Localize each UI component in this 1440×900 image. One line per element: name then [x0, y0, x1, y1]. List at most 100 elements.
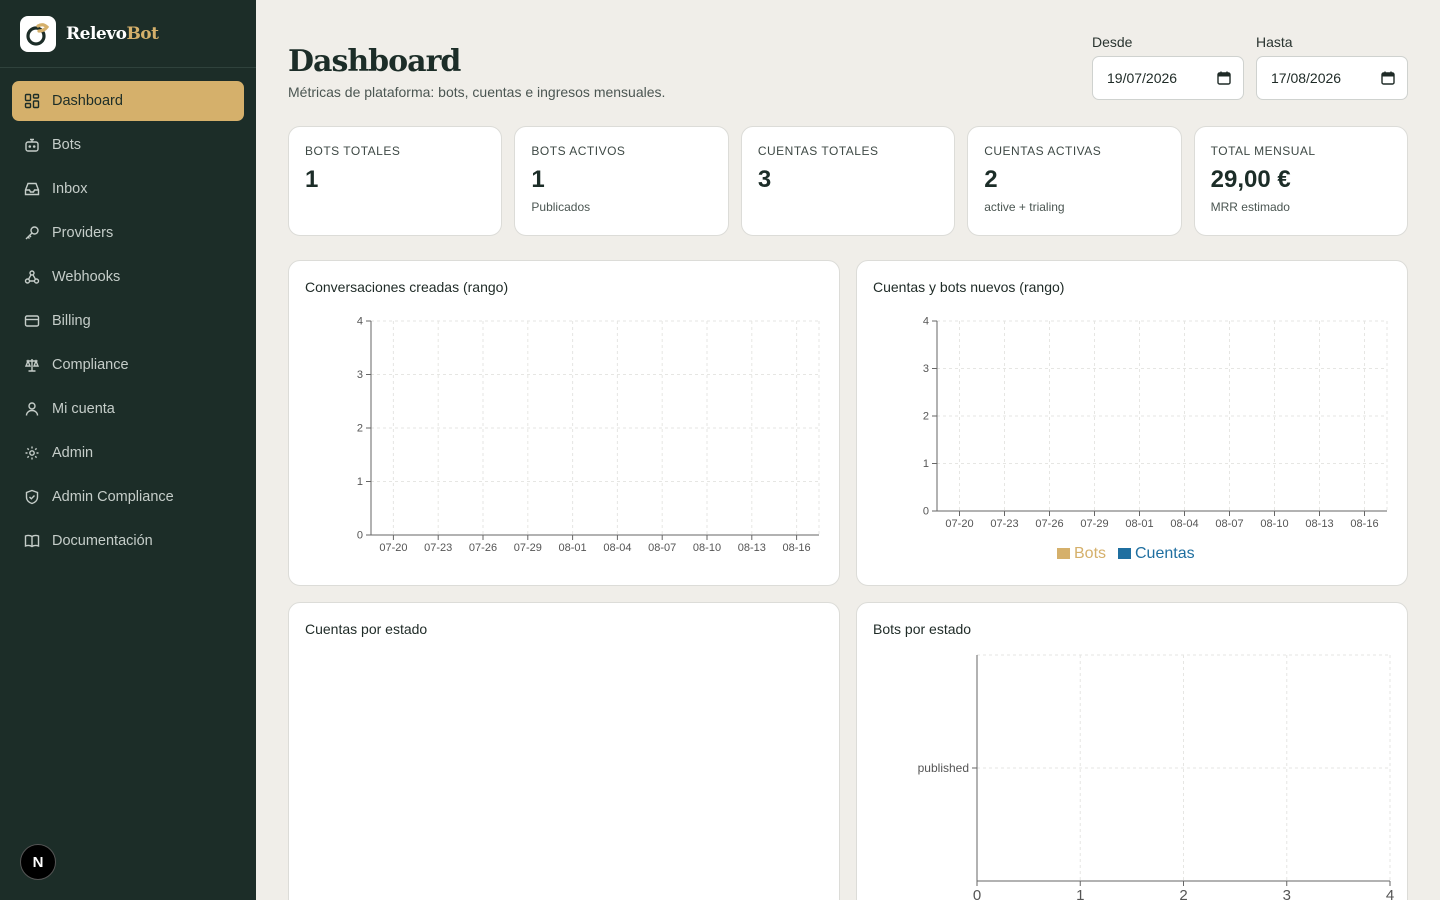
- kpi-card-cuentas-activas: CUENTAS ACTIVAS 2 active + trialing: [967, 126, 1182, 236]
- sidebar-item-admin-compliance[interactable]: Admin Compliance: [12, 477, 244, 517]
- sidebar-item-bots[interactable]: Bots: [12, 125, 244, 165]
- kpi-card-cuentas-totales: CUENTAS TOTALES 3: [740, 126, 956, 236]
- y-tick-label: 4: [923, 316, 929, 328]
- credit-card-icon: [24, 313, 52, 329]
- date-to-input[interactable]: 17/08/2026: [1256, 56, 1408, 100]
- x-tick-label: 08-10: [1260, 518, 1288, 530]
- card-cuentas-bots-nuevos: Cuentas y bots nuevos (rango) 0 1 2 3 4 07-20…: [856, 260, 1408, 586]
- kpi-label: BOTS ACTIVOS: [531, 144, 626, 158]
- x-tick-label: 07-23: [424, 542, 452, 554]
- legend-label-bots: Bots: [1074, 545, 1106, 562]
- y-tick-label: 4: [357, 316, 363, 328]
- x-tick-label: 08-13: [738, 542, 766, 554]
- sidebar-nav: Dashboard Bots Inbox Providers Webhooks …: [12, 81, 244, 565]
- date-to-value: 17/08/2026: [1271, 70, 1342, 86]
- page-subtitle: Métricas de plataforma: bots, cuentas e …: [288, 84, 666, 100]
- main-content: Dashboard Métricas de plataforma: bots, …: [256, 0, 1440, 900]
- kpi-label: CUENTAS ACTIVAS: [984, 144, 1102, 158]
- date-from-group: Desde 19/07/2026: [1092, 34, 1244, 100]
- x-tick-label: 08-01: [1125, 518, 1153, 530]
- sidebar-item-compliance[interactable]: Compliance: [12, 345, 244, 385]
- kpi-value: 1: [305, 166, 319, 193]
- x-tick-label: 4: [1386, 887, 1394, 900]
- sidebar-item-label: Compliance: [52, 357, 129, 373]
- sidebar-item-inbox[interactable]: Inbox: [12, 169, 244, 209]
- gear-icon: [24, 445, 52, 461]
- card-title: Cuentas por estado: [305, 621, 428, 637]
- calendar-icon[interactable]: [1217, 71, 1231, 85]
- devtools-badge[interactable]: N: [20, 844, 56, 880]
- key-icon: [24, 225, 52, 241]
- x-tick-label: 07-26: [469, 542, 497, 554]
- calendar-icon[interactable]: [1381, 71, 1395, 85]
- y-tick-label: 3: [357, 369, 363, 381]
- x-tick-label: 08-04: [603, 542, 631, 554]
- kpi-card-bots-totales: BOTS TOTALES 1: [288, 126, 503, 236]
- x-tick-label: 08-01: [559, 542, 587, 554]
- dashboard-grid-icon: [24, 93, 52, 109]
- y-tick-label: published: [918, 761, 969, 775]
- card-cuentas-por-estado: Cuentas por estado: [288, 602, 840, 900]
- sidebar-item-documentacion[interactable]: Documentación: [12, 521, 244, 561]
- sidebar-item-label: Bots: [52, 137, 82, 153]
- legend-swatch-cuentas: [1118, 548, 1131, 559]
- sidebar-item-billing[interactable]: Billing: [12, 301, 244, 341]
- y-tick-label: 0: [923, 506, 929, 518]
- kpi-note: MRR estimado: [1210, 200, 1290, 214]
- y-tick-label: 1: [357, 476, 363, 488]
- y-tick-label: 1: [923, 458, 929, 470]
- x-tick-label: 2: [1179, 887, 1187, 900]
- sidebar: RelevoBot Dashboard Bots Inbox Providers…: [0, 0, 256, 900]
- new-accounts-bots-chart: 0 1 2 3 4 07-20 07-23 07-26 07-29 08-01 08-04 08-07…: [923, 316, 1388, 562]
- sidebar-item-admin[interactable]: Admin: [12, 433, 244, 473]
- brand[interactable]: RelevoBot: [0, 0, 256, 68]
- kpi-label: TOTAL MENSUAL: [1210, 144, 1316, 158]
- x-tick-label: 0: [973, 887, 981, 900]
- kpi-value: 2: [984, 166, 998, 193]
- sidebar-item-providers[interactable]: Providers: [12, 213, 244, 253]
- kpi-value: 29,00 €: [1210, 166, 1291, 193]
- page-title: Dashboard: [288, 44, 461, 79]
- x-tick-label: 3: [1283, 887, 1291, 900]
- sidebar-item-label: Dashboard: [52, 93, 123, 109]
- x-tick-label: 07-20: [379, 542, 407, 554]
- sidebar-item-label: Documentación: [52, 533, 153, 549]
- sidebar-item-mi-cuenta[interactable]: Mi cuenta: [12, 389, 244, 429]
- sidebar-item-dashboard[interactable]: Dashboard: [12, 81, 244, 121]
- card-bots-por-estado: Bots por estado 0 1 2 3 4 published: [856, 602, 1408, 900]
- x-tick-label: 08-04: [1170, 518, 1198, 530]
- kpi-row: BOTS TOTALES 1 BOTS ACTIVOS 1 Publicados…: [288, 126, 1409, 236]
- sidebar-item-label: Admin: [52, 445, 94, 461]
- x-tick-label: 08-16: [1350, 518, 1378, 530]
- kpi-value: 3: [757, 166, 772, 193]
- brand-name: RelevoBot: [66, 23, 159, 44]
- x-tick-label: 08-16: [783, 542, 811, 554]
- bots-by-status-chart: 0 1 2 3 4 published: [918, 654, 1394, 900]
- date-to-group: Hasta 17/08/2026: [1256, 34, 1408, 100]
- shield-check-icon: [24, 489, 52, 505]
- kpi-card-total-mensual: TOTAL MENSUAL 29,00 € MRR estimado: [1193, 126, 1409, 236]
- inbox-icon: [24, 181, 52, 197]
- kpi-note: Publicados: [531, 200, 591, 214]
- date-from-label: Desde: [1092, 34, 1133, 50]
- conversations-chart: 0 1 2 3 4 07-20 07-23 07-26 07-29 08-01 08-04 08-07…: [357, 316, 820, 554]
- y-tick-label: 3: [923, 363, 929, 375]
- legend-swatch-bots: [1057, 548, 1070, 559]
- kpi-value: 1: [531, 166, 545, 193]
- x-tick-label: 07-29: [514, 542, 542, 554]
- date-from-input[interactable]: 19/07/2026: [1092, 56, 1244, 100]
- relevobot-logo-icon: [20, 15, 56, 52]
- sidebar-item-label: Webhooks: [52, 269, 121, 285]
- x-tick-label: 08-10: [693, 542, 721, 554]
- user-icon: [24, 401, 52, 417]
- x-tick-label: 07-20: [945, 518, 973, 530]
- sidebar-item-label: Providers: [52, 225, 114, 241]
- x-tick-label: 08-07: [1215, 518, 1243, 530]
- x-tick-label: 08-13: [1305, 518, 1333, 530]
- date-from-value: 19/07/2026: [1107, 70, 1178, 86]
- x-tick-label: 07-29: [1080, 518, 1108, 530]
- sidebar-item-label: Billing: [52, 313, 91, 329]
- sidebar-item-webhooks[interactable]: Webhooks: [12, 257, 244, 297]
- x-tick-label: 08-07: [648, 542, 676, 554]
- y-tick-label: 0: [357, 530, 363, 542]
